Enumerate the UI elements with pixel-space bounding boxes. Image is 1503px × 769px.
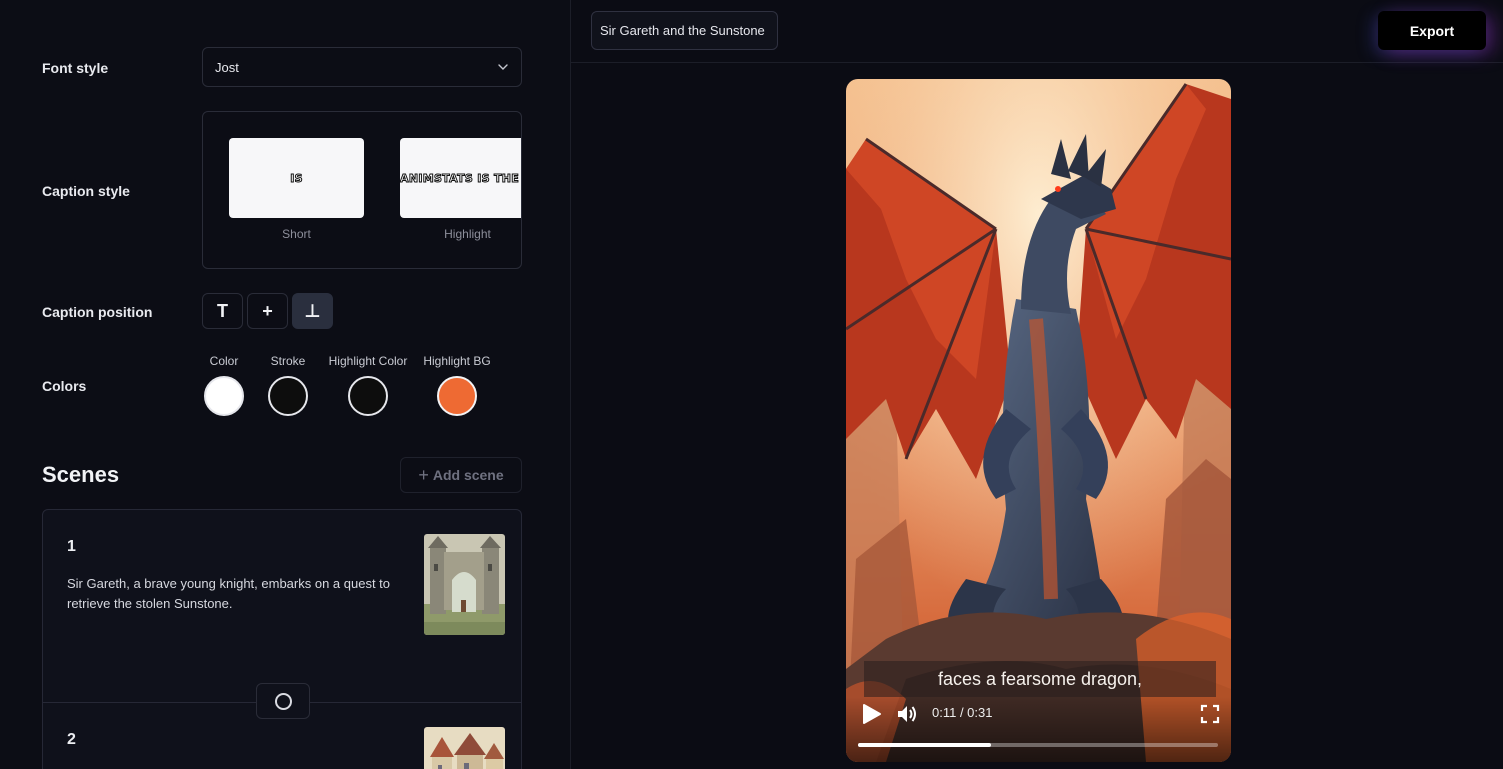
caption-style-picker: IS Short ANIMSTATS IS THE BE Highlight [202, 111, 522, 269]
video-controls: 0:11 / 0:31 [846, 697, 1231, 762]
project-title-input[interactable] [591, 11, 778, 50]
caption-position-top-button[interactable]: T [202, 293, 243, 329]
export-button[interactable]: Export [1378, 11, 1486, 50]
color-picker-highlight-bg: Highlight BG [417, 354, 497, 416]
add-scene-button[interactable]: + Add scene [400, 457, 522, 493]
village-image [424, 727, 505, 769]
volume-icon[interactable] [896, 703, 918, 725]
dragon-video-frame [846, 79, 1231, 762]
castle-gate-image [424, 534, 505, 635]
scene-card-2[interactable]: 2 [43, 703, 521, 769]
progress-bar[interactable] [858, 743, 1218, 747]
play-icon[interactable] [860, 703, 882, 725]
top-bar: Export [571, 0, 1503, 63]
scene-number: 1 [67, 538, 76, 555]
highlight-color-label: Highlight Color [328, 354, 408, 368]
progress-fill [858, 743, 992, 747]
caption-style-short[interactable]: IS Short [229, 138, 364, 241]
color-swatch[interactable] [204, 376, 244, 416]
caption-style-highlight-preview: ANIMSTATS IS THE BE [400, 138, 521, 218]
caption-position-middle-button[interactable]: + [247, 293, 288, 329]
caption-style-highlight-label: Highlight [444, 227, 491, 241]
scene-number: 2 [67, 731, 76, 748]
playback-time: 0:11 / 0:31 [932, 705, 993, 720]
colors-label: Colors [42, 378, 87, 394]
color-label: Color [209, 354, 239, 368]
settings-panel: Font style Jost Caption style IS Short A… [0, 0, 571, 769]
align-middle-icon: + [262, 300, 273, 321]
caption-style-short-label: Short [282, 227, 311, 241]
highlight-bg-label: Highlight BG [423, 354, 491, 368]
caption-style-short-preview-text: IS [290, 171, 303, 185]
stroke-swatch[interactable] [268, 376, 308, 416]
caption-position-bottom-button[interactable]: ⊥ [292, 293, 333, 329]
font-style-select[interactable]: Jost [202, 47, 522, 87]
color-picker-color: Color [194, 354, 254, 416]
align-top-icon: T [217, 300, 228, 321]
video-player[interactable]: faces a fearsome dragon, 0:11 / 0:31 [846, 79, 1231, 762]
scene-1-thumbnail[interactable] [424, 534, 505, 635]
caption-style-label: Caption style [42, 183, 130, 199]
scene-list: 1 Sir Gareth, a brave young knight, emba… [42, 509, 522, 769]
font-style-value: Jost [215, 59, 239, 75]
app: Font style Jost Caption style IS Short A… [0, 0, 1503, 769]
caption-style-short-preview: IS [229, 138, 364, 218]
add-scene-label: Add scene [432, 467, 504, 483]
video-caption: faces a fearsome dragon, [864, 661, 1216, 697]
caption-style-highlight-preview-text: ANIMSTATS IS THE BE [400, 171, 521, 185]
fullscreen-icon[interactable] [1200, 704, 1220, 724]
highlight-color-swatch[interactable] [348, 376, 388, 416]
font-style-label: Font style [42, 60, 109, 76]
chevron-down-icon [498, 64, 508, 70]
plus-icon: + [418, 464, 429, 485]
caption-position-label: Caption position [42, 304, 153, 320]
color-picker-highlight-color: Highlight Color [328, 354, 408, 416]
scene-2-thumbnail[interactable] [424, 727, 505, 769]
scene-description: Sir Gareth, a brave young knight, embark… [67, 576, 391, 611]
scene-card-1[interactable]: 1 Sir Gareth, a brave young knight, emba… [43, 510, 521, 702]
highlight-bg-swatch[interactable] [437, 376, 477, 416]
scenes-title: Scenes [42, 462, 120, 487]
color-picker-stroke: Stroke [258, 354, 318, 416]
preview-panel: Export [571, 0, 1503, 769]
stroke-label: Stroke [270, 354, 306, 368]
caption-style-highlight[interactable]: ANIMSTATS IS THE BE Highlight [400, 138, 521, 241]
align-bottom-icon: ⊥ [304, 300, 321, 321]
